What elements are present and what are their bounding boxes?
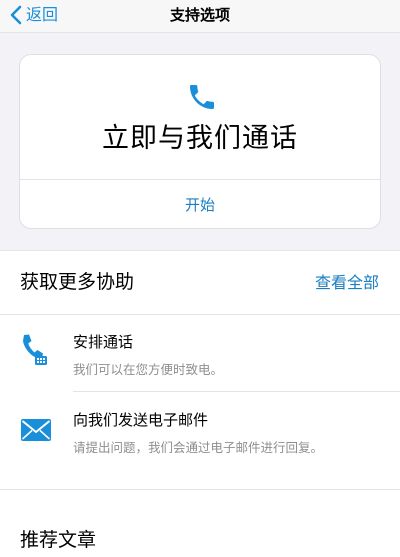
start-call-button[interactable]: 开始 [20,180,380,229]
call-now-card: 立即与我们通话 开始 [19,54,381,229]
schedule-call-subtitle: 我们可以在您方便时致电。 [73,362,224,377]
more-help-section: 获取更多协助 查看全部 安排通话 我们可以在您方便时致电。 向我们发送电子邮件 … [0,250,400,557]
section-bottom-divider [0,489,400,490]
scheduled-call-icon [23,334,47,365]
section-title-recommended-articles: 推荐文章 [20,529,97,551]
page-title: 支持选项 [169,6,230,24]
schedule-call-item[interactable]: 安排通话 我们可以在您方便时致电。 [0,315,400,391]
schedule-call-title: 安排通话 [73,333,134,351]
mail-icon [21,419,51,441]
section-title-more-help: 获取更多协助 [20,271,135,293]
email-us-subtitle: 请提出问题，我们会通过电子邮件进行回复。 [73,440,324,455]
navigation-bar: 返回 支持选项 [0,0,400,33]
phone-icon [190,85,214,109]
email-us-title: 向我们发送电子邮件 [73,411,209,429]
email-us-item[interactable]: 向我们发送电子邮件 请提出问题，我们会通过电子邮件进行回复。 [0,392,400,468]
see-all-link[interactable]: 查看全部 [315,271,379,295]
call-now-title: 立即与我们通话 [102,123,298,154]
